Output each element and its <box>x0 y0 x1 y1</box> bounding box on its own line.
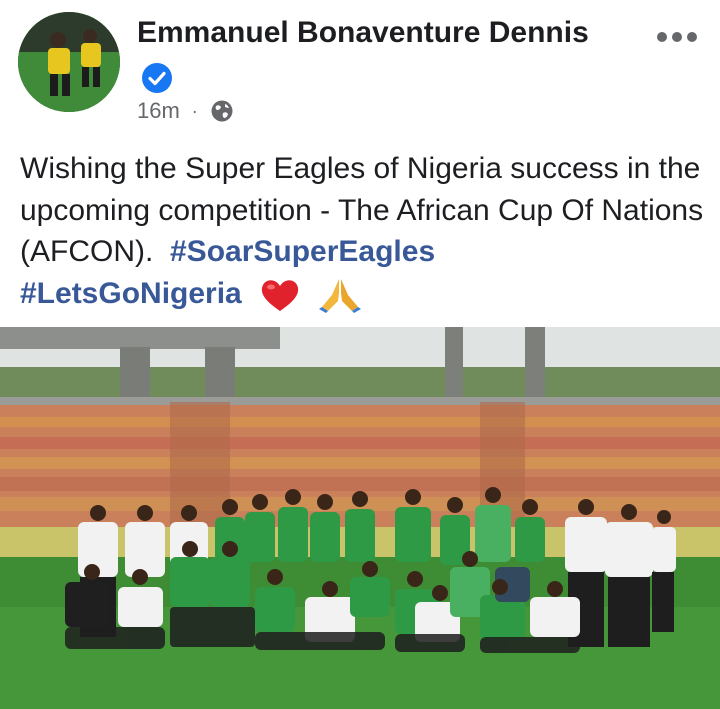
folded-hands-emoji <box>319 278 362 313</box>
hashtag-lets-go-nigeria[interactable]: #LetsGoNigeria <box>20 277 242 310</box>
post-meta: 16m · <box>137 98 234 124</box>
author-avatar[interactable] <box>18 12 120 112</box>
red-heart-emoji <box>261 279 299 311</box>
verified-badge-icon <box>142 63 172 93</box>
post-timestamp[interactable]: 16m <box>137 98 180 124</box>
globe-icon[interactable] <box>210 99 234 123</box>
more-options-icon[interactable] <box>656 30 698 44</box>
post-body: Wishing the Super Eagles of Nigeria succ… <box>20 148 710 314</box>
post-header: Emmanuel Bonaventure Dennis 16m · <box>0 0 720 140</box>
author-name[interactable]: Emmanuel Bonaventure Dennis <box>137 16 589 50</box>
team-photo[interactable] <box>0 327 720 709</box>
meta-separator: · <box>191 100 198 121</box>
hashtag-soar-super-eagles[interactable]: #SoarSuperEagles <box>170 235 435 268</box>
